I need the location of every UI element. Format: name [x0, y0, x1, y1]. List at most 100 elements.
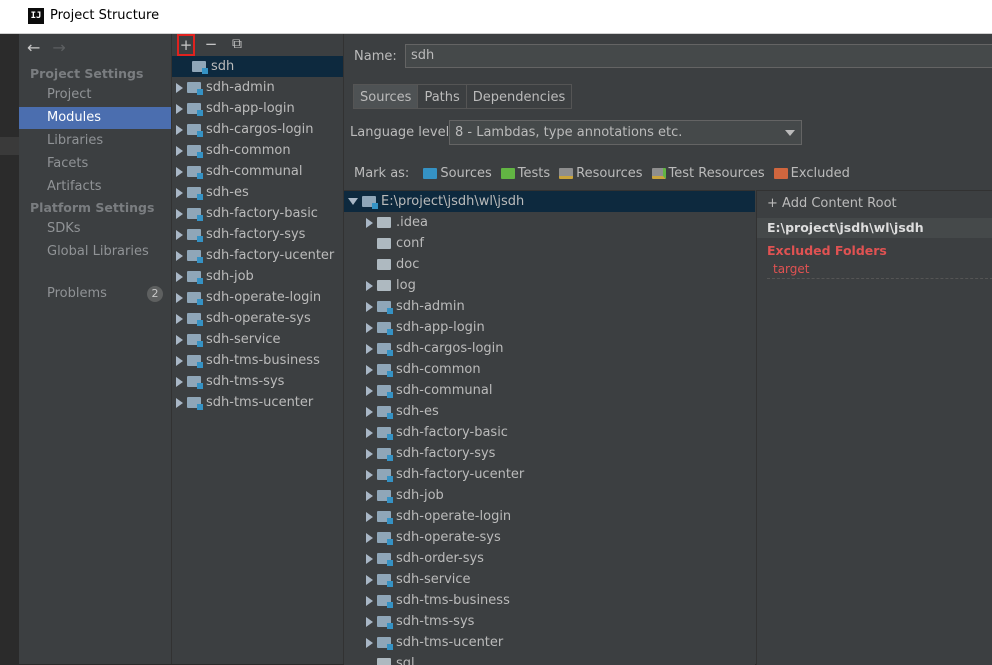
expand-arrow-icon[interactable]	[176, 334, 183, 345]
expand-arrow-icon[interactable]	[366, 574, 373, 585]
tree-folder-row[interactable]: sdh-service	[344, 569, 755, 590]
expand-arrow-icon[interactable]	[366, 616, 373, 627]
sidebar-item-modules[interactable]: Modules	[19, 107, 171, 129]
module-item[interactable]: sdh-job	[172, 266, 343, 287]
tree-folder-row[interactable]: sdh-operate-sys	[344, 527, 755, 548]
expand-arrow-icon[interactable]	[176, 208, 183, 219]
expand-arrow-icon[interactable]	[366, 532, 373, 543]
expand-arrow-icon[interactable]	[176, 250, 183, 261]
add-content-root-button[interactable]: + Add Content Root	[767, 196, 897, 211]
sidebar-item-global-libraries[interactable]: Global Libraries	[19, 241, 171, 263]
module-item[interactable]: sdh-common	[172, 140, 343, 161]
tree-folder-row[interactable]: sql	[344, 653, 755, 665]
add-module-button[interactable]: +	[177, 34, 195, 56]
module-item[interactable]: sdh-operate-sys	[172, 308, 343, 329]
forward-arrow-icon[interactable]: →	[52, 38, 65, 60]
excluded-folder-item[interactable]: target	[773, 262, 810, 276]
remove-module-button[interactable]: −	[202, 34, 220, 54]
tree-folder-row[interactable]: sdh-job	[344, 485, 755, 506]
expand-arrow-icon[interactable]	[366, 595, 373, 606]
sidebar-item-sdks[interactable]: SDKs	[19, 218, 171, 240]
expand-arrow-icon[interactable]	[176, 313, 183, 324]
copy-module-button[interactable]: ⧉	[228, 34, 246, 54]
expand-arrow-icon[interactable]	[176, 376, 183, 387]
mark-tests-button[interactable]: Tests	[500, 166, 550, 181]
expand-arrow-icon[interactable]	[176, 103, 183, 114]
tree-folder-row[interactable]: sdh-cargos-login	[344, 338, 755, 359]
module-item[interactable]: sdh-factory-sys	[172, 224, 343, 245]
tree-folder-row[interactable]: sdh-admin	[344, 296, 755, 317]
sidebar-item-problems[interactable]: Problems 2	[19, 283, 171, 305]
tree-folder-row[interactable]: sdh-tms-business	[344, 590, 755, 611]
expand-arrow-icon[interactable]	[366, 364, 373, 375]
mark-resources-button[interactable]: Resources	[559, 166, 643, 181]
tree-folder-row[interactable]: doc	[344, 254, 755, 275]
module-item[interactable]: sdh-tms-business	[172, 350, 343, 371]
tree-folder-row[interactable]: sdh-operate-login	[344, 506, 755, 527]
tree-folder-row[interactable]: sdh-communal	[344, 380, 755, 401]
expand-arrow-icon[interactable]	[366, 637, 373, 648]
language-level-select[interactable]: 8 - Lambdas, type annotations etc.	[449, 120, 802, 145]
module-item[interactable]: sdh-factory-ucenter	[172, 245, 343, 266]
tree-folder-row[interactable]: sdh-es	[344, 401, 755, 422]
expand-arrow-icon[interactable]	[366, 217, 373, 228]
tree-folder-row[interactable]: sdh-factory-ucenter	[344, 464, 755, 485]
expand-arrow-icon[interactable]	[366, 385, 373, 396]
sidebar-item-project[interactable]: Project	[19, 84, 171, 106]
module-name-input[interactable]: sdh	[405, 44, 992, 68]
expand-arrow-icon[interactable]	[176, 187, 183, 198]
sidebar-item-artifacts[interactable]: Artifacts	[19, 176, 171, 198]
expand-arrow-icon[interactable]	[366, 427, 373, 438]
tree-folder-row[interactable]: .idea	[344, 212, 755, 233]
expand-arrow-icon[interactable]	[366, 343, 373, 354]
tree-folder-row[interactable]: sdh-factory-sys	[344, 443, 755, 464]
expand-arrow-icon[interactable]	[366, 511, 373, 522]
expand-arrow-icon[interactable]	[366, 553, 373, 564]
module-item[interactable]: sdh-tms-sys	[172, 371, 343, 392]
expand-arrow-icon[interactable]	[176, 397, 183, 408]
module-item[interactable]: sdh-cargos-login	[172, 119, 343, 140]
tree-folder-row[interactable]: sdh-app-login	[344, 317, 755, 338]
tab-sources[interactable]: Sources	[353, 84, 419, 109]
mark-excluded-button[interactable]: Excluded	[773, 166, 850, 181]
mark-sources-button[interactable]: Sources	[423, 166, 492, 181]
tree-folder-row[interactable]: sdh-tms-ucenter	[344, 632, 755, 653]
sidebar-item-libraries[interactable]: Libraries	[19, 130, 171, 152]
expand-arrow-icon[interactable]	[176, 124, 183, 135]
module-item-sdh[interactable]: sdh	[172, 56, 343, 77]
expand-arrow-icon[interactable]	[366, 406, 373, 417]
expand-arrow-icon[interactable]	[176, 82, 183, 93]
module-item[interactable]: sdh-es	[172, 182, 343, 203]
tab-dependencies[interactable]: Dependencies	[466, 84, 573, 109]
expand-arrow-icon[interactable]	[176, 145, 183, 156]
module-item[interactable]: sdh-factory-basic	[172, 203, 343, 224]
module-item[interactable]: sdh-communal	[172, 161, 343, 182]
tree-folder-row[interactable]: sdh-tms-sys	[344, 611, 755, 632]
expand-arrow-icon[interactable]	[366, 280, 373, 291]
expand-arrow-icon[interactable]	[176, 229, 183, 240]
mark-test-resources-button[interactable]: Test Resources	[651, 166, 765, 181]
expand-arrow-icon[interactable]	[176, 355, 183, 366]
expand-arrow-icon[interactable]	[366, 322, 373, 333]
module-item[interactable]: sdh-app-login	[172, 98, 343, 119]
tree-folder-row[interactable]: conf	[344, 233, 755, 254]
module-item[interactable]: sdh-tms-ucenter	[172, 392, 343, 413]
tree-folder-row[interactable]: log	[344, 275, 755, 296]
collapse-arrow-icon[interactable]	[348, 198, 358, 205]
expand-arrow-icon[interactable]	[176, 166, 183, 177]
tab-paths[interactable]: Paths	[418, 84, 467, 109]
module-item[interactable]: sdh-operate-login	[172, 287, 343, 308]
tree-folder-row[interactable]: sdh-common	[344, 359, 755, 380]
expand-arrow-icon[interactable]	[366, 490, 373, 501]
tree-folder-row[interactable]: sdh-order-sys	[344, 548, 755, 569]
expand-arrow-icon[interactable]	[366, 469, 373, 480]
expand-arrow-icon[interactable]	[176, 271, 183, 282]
expand-arrow-icon[interactable]	[176, 292, 183, 303]
module-item[interactable]: sdh-service	[172, 329, 343, 350]
content-root-row[interactable]: E:\project\jsdh\wl\jsdh	[344, 191, 755, 212]
expand-arrow-icon[interactable]	[366, 448, 373, 459]
sidebar-item-facets[interactable]: Facets	[19, 153, 171, 175]
back-arrow-icon[interactable]: ←	[27, 38, 40, 60]
tree-folder-row[interactable]: sdh-factory-basic	[344, 422, 755, 443]
expand-arrow-icon[interactable]	[366, 301, 373, 312]
